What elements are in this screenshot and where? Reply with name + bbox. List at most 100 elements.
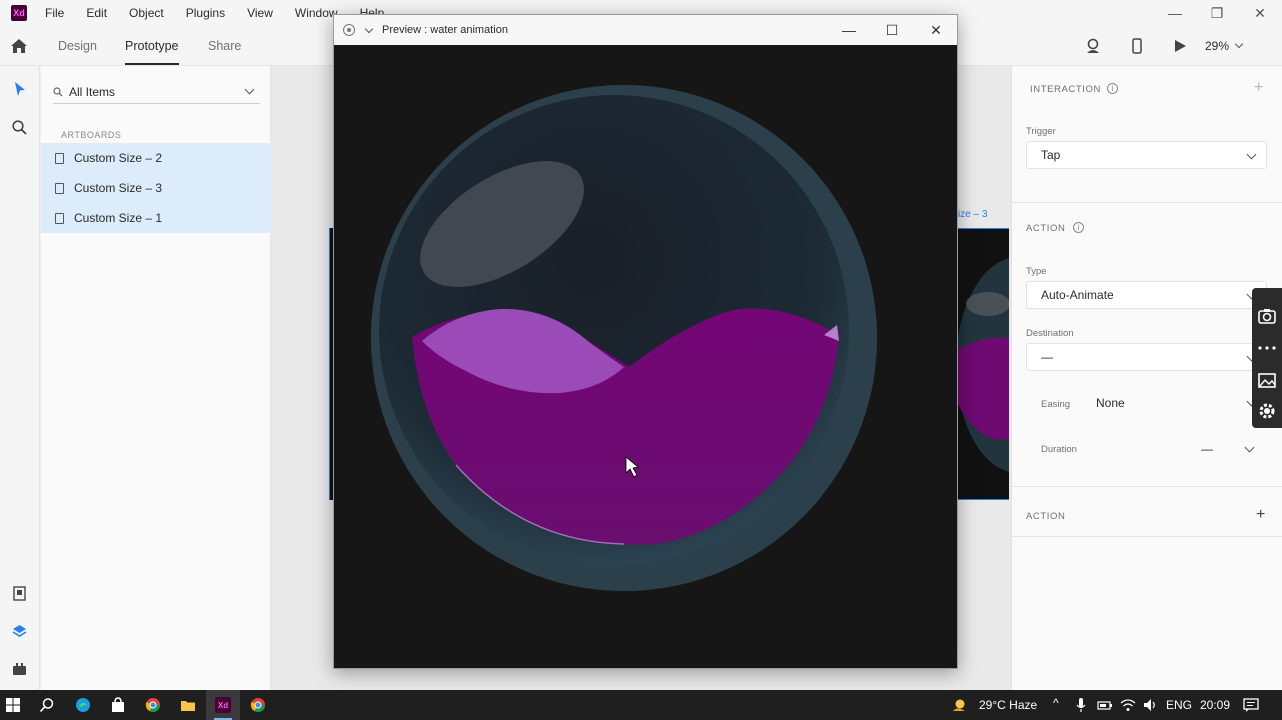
record-icon[interactable] <box>343 24 355 36</box>
weather-icon[interactable] <box>951 697 967 713</box>
search-icon[interactable] <box>11 119 28 136</box>
chrome-icon[interactable] <box>145 697 161 713</box>
left-tool-rail <box>0 66 40 690</box>
settings-gear-icon[interactable] <box>1257 401 1277 421</box>
chevron-down-icon[interactable] <box>1244 442 1255 453</box>
chevron-down-icon[interactable] <box>364 24 374 33</box>
menu-view[interactable]: View <box>247 6 273 20</box>
more-icon[interactable] <box>1257 338 1277 358</box>
weather-text[interactable]: 29°C Haze <box>979 698 1037 712</box>
destination-value: — <box>1041 350 1053 364</box>
restore-button[interactable]: ❐ <box>1195 0 1239 26</box>
divider <box>1012 486 1282 487</box>
duration-label: Duration <box>1041 444 1077 455</box>
filter-search-icon <box>53 86 63 96</box>
easing-label: Easing <box>1041 399 1071 410</box>
preview-minimize-button[interactable]: — <box>827 15 871 45</box>
artboard-label: ize – 3 <box>958 209 988 220</box>
water-animation-artwork[interactable] <box>334 45 957 668</box>
prototype-inspector: INTERACTION i + Trigger Tap ACTION i Typ… <box>1011 66 1282 690</box>
artboard-icon <box>55 212 64 224</box>
artboard-thumbnail <box>956 257 1080 473</box>
preview-window: Preview : water animation — ☐ ✕ <box>333 14 958 669</box>
action-2-header: ACTION <box>1026 511 1066 522</box>
layer-item-label: Custom Size – 3 <box>74 181 163 195</box>
add-interaction-icon[interactable]: + <box>1254 79 1263 97</box>
type-label: Type <box>1026 266 1047 277</box>
chevron-down-icon <box>244 84 255 95</box>
artboard-icon <box>55 152 64 164</box>
gallery-icon[interactable] <box>1257 370 1277 390</box>
menu-plugins[interactable]: Plugins <box>186 6 225 20</box>
screen-capture-toolbar <box>1252 288 1282 428</box>
menu-object[interactable]: Object <box>129 6 164 20</box>
taskbar-search-icon[interactable] <box>39 697 55 713</box>
preview-title: Preview : water animation <box>382 24 508 36</box>
destination-dropdown[interactable]: — <box>1026 343 1267 371</box>
layer-item[interactable]: Custom Size – 2 <box>41 143 271 173</box>
volume-icon[interactable] <box>1142 697 1158 713</box>
layer-item[interactable]: Custom Size – 1 <box>41 203 271 233</box>
add-action-icon[interactable]: + <box>1256 506 1265 524</box>
action-header: ACTION <box>1026 223 1066 234</box>
tab-prototype[interactable]: Prototype <box>125 39 179 53</box>
plugins-icon[interactable] <box>11 660 28 677</box>
info-icon[interactable]: i <box>1107 83 1118 94</box>
type-value: Auto-Animate <box>1041 288 1114 302</box>
clock-time[interactable]: 20:09 <box>1200 698 1230 712</box>
edge-browser-icon[interactable] <box>75 697 91 713</box>
artboards-section-label: ARTBOARDS <box>61 130 122 140</box>
easing-dropdown[interactable]: None <box>1096 396 1125 410</box>
layers-filter-dropdown[interactable]: All Items <box>53 80 260 104</box>
trigger-dropdown[interactable]: Tap <box>1026 141 1267 169</box>
zoom-level[interactable]: 29% <box>1205 39 1229 53</box>
user-icon[interactable] <box>1085 38 1101 54</box>
battery-icon[interactable] <box>1097 697 1113 713</box>
wifi-icon[interactable] <box>1120 697 1136 713</box>
store-icon[interactable] <box>110 697 126 713</box>
file-explorer-icon[interactable] <box>180 697 196 713</box>
chrome-profile-icon[interactable] <box>250 697 266 713</box>
windows-taskbar: Xd 29°C Haze ^ ENG 20:09 <box>0 690 1282 720</box>
chevron-down-icon <box>1246 149 1257 160</box>
layer-item[interactable]: Custom Size – 3 <box>41 173 271 203</box>
microphone-icon[interactable] <box>1073 697 1089 713</box>
divider <box>1012 202 1282 203</box>
windows-start-icon[interactable] <box>5 697 21 713</box>
zoom-chevron-icon[interactable] <box>1234 39 1244 49</box>
show-hidden-icons-chevron-icon[interactable]: ^ <box>1053 696 1059 710</box>
device-preview-icon[interactable] <box>1129 38 1145 54</box>
play-icon[interactable] <box>1172 38 1188 54</box>
xd-app-window: Xd File Edit Object Plugins View Window … <box>0 0 1282 720</box>
active-tab-indicator <box>125 63 179 65</box>
artboard-icon <box>55 182 64 194</box>
camera-icon[interactable] <box>1257 306 1277 326</box>
interaction-header: INTERACTION <box>1030 84 1101 95</box>
select-arrow-icon[interactable] <box>11 81 28 98</box>
duration-value[interactable]: — <box>1201 442 1213 456</box>
type-dropdown[interactable]: Auto-Animate <box>1026 281 1267 309</box>
language-indicator[interactable]: ENG <box>1166 698 1192 712</box>
preview-maximize-button[interactable]: ☐ <box>870 15 914 45</box>
menu-file[interactable]: File <box>45 6 64 20</box>
layers-icon[interactable] <box>11 623 28 640</box>
minimize-button[interactable]: — <box>1153 0 1197 26</box>
preview-title-bar[interactable]: Preview : water animation — ☐ ✕ <box>334 15 957 45</box>
filter-label: All Items <box>69 84 116 99</box>
tab-design[interactable]: Design <box>58 39 97 53</box>
layer-item-label: Custom Size – 1 <box>74 211 163 225</box>
info-icon[interactable]: i <box>1073 222 1084 233</box>
notifications-icon[interactable] <box>1243 697 1259 713</box>
tab-share[interactable]: Share <box>208 39 241 53</box>
artboard-custom-size-3[interactable] <box>956 228 1080 500</box>
layer-item-label: Custom Size – 2 <box>74 151 163 165</box>
home-icon[interactable] <box>10 38 28 54</box>
menu-edit[interactable]: Edit <box>86 6 107 20</box>
trigger-label: Trigger <box>1026 126 1056 137</box>
preview-close-button[interactable]: ✕ <box>914 15 958 45</box>
divider <box>1012 536 1282 537</box>
xd-taskbar-icon[interactable]: Xd <box>215 697 231 713</box>
close-button[interactable]: ✕ <box>1238 0 1282 26</box>
menu-window[interactable]: Window <box>295 6 338 20</box>
assets-icon[interactable] <box>11 585 28 602</box>
